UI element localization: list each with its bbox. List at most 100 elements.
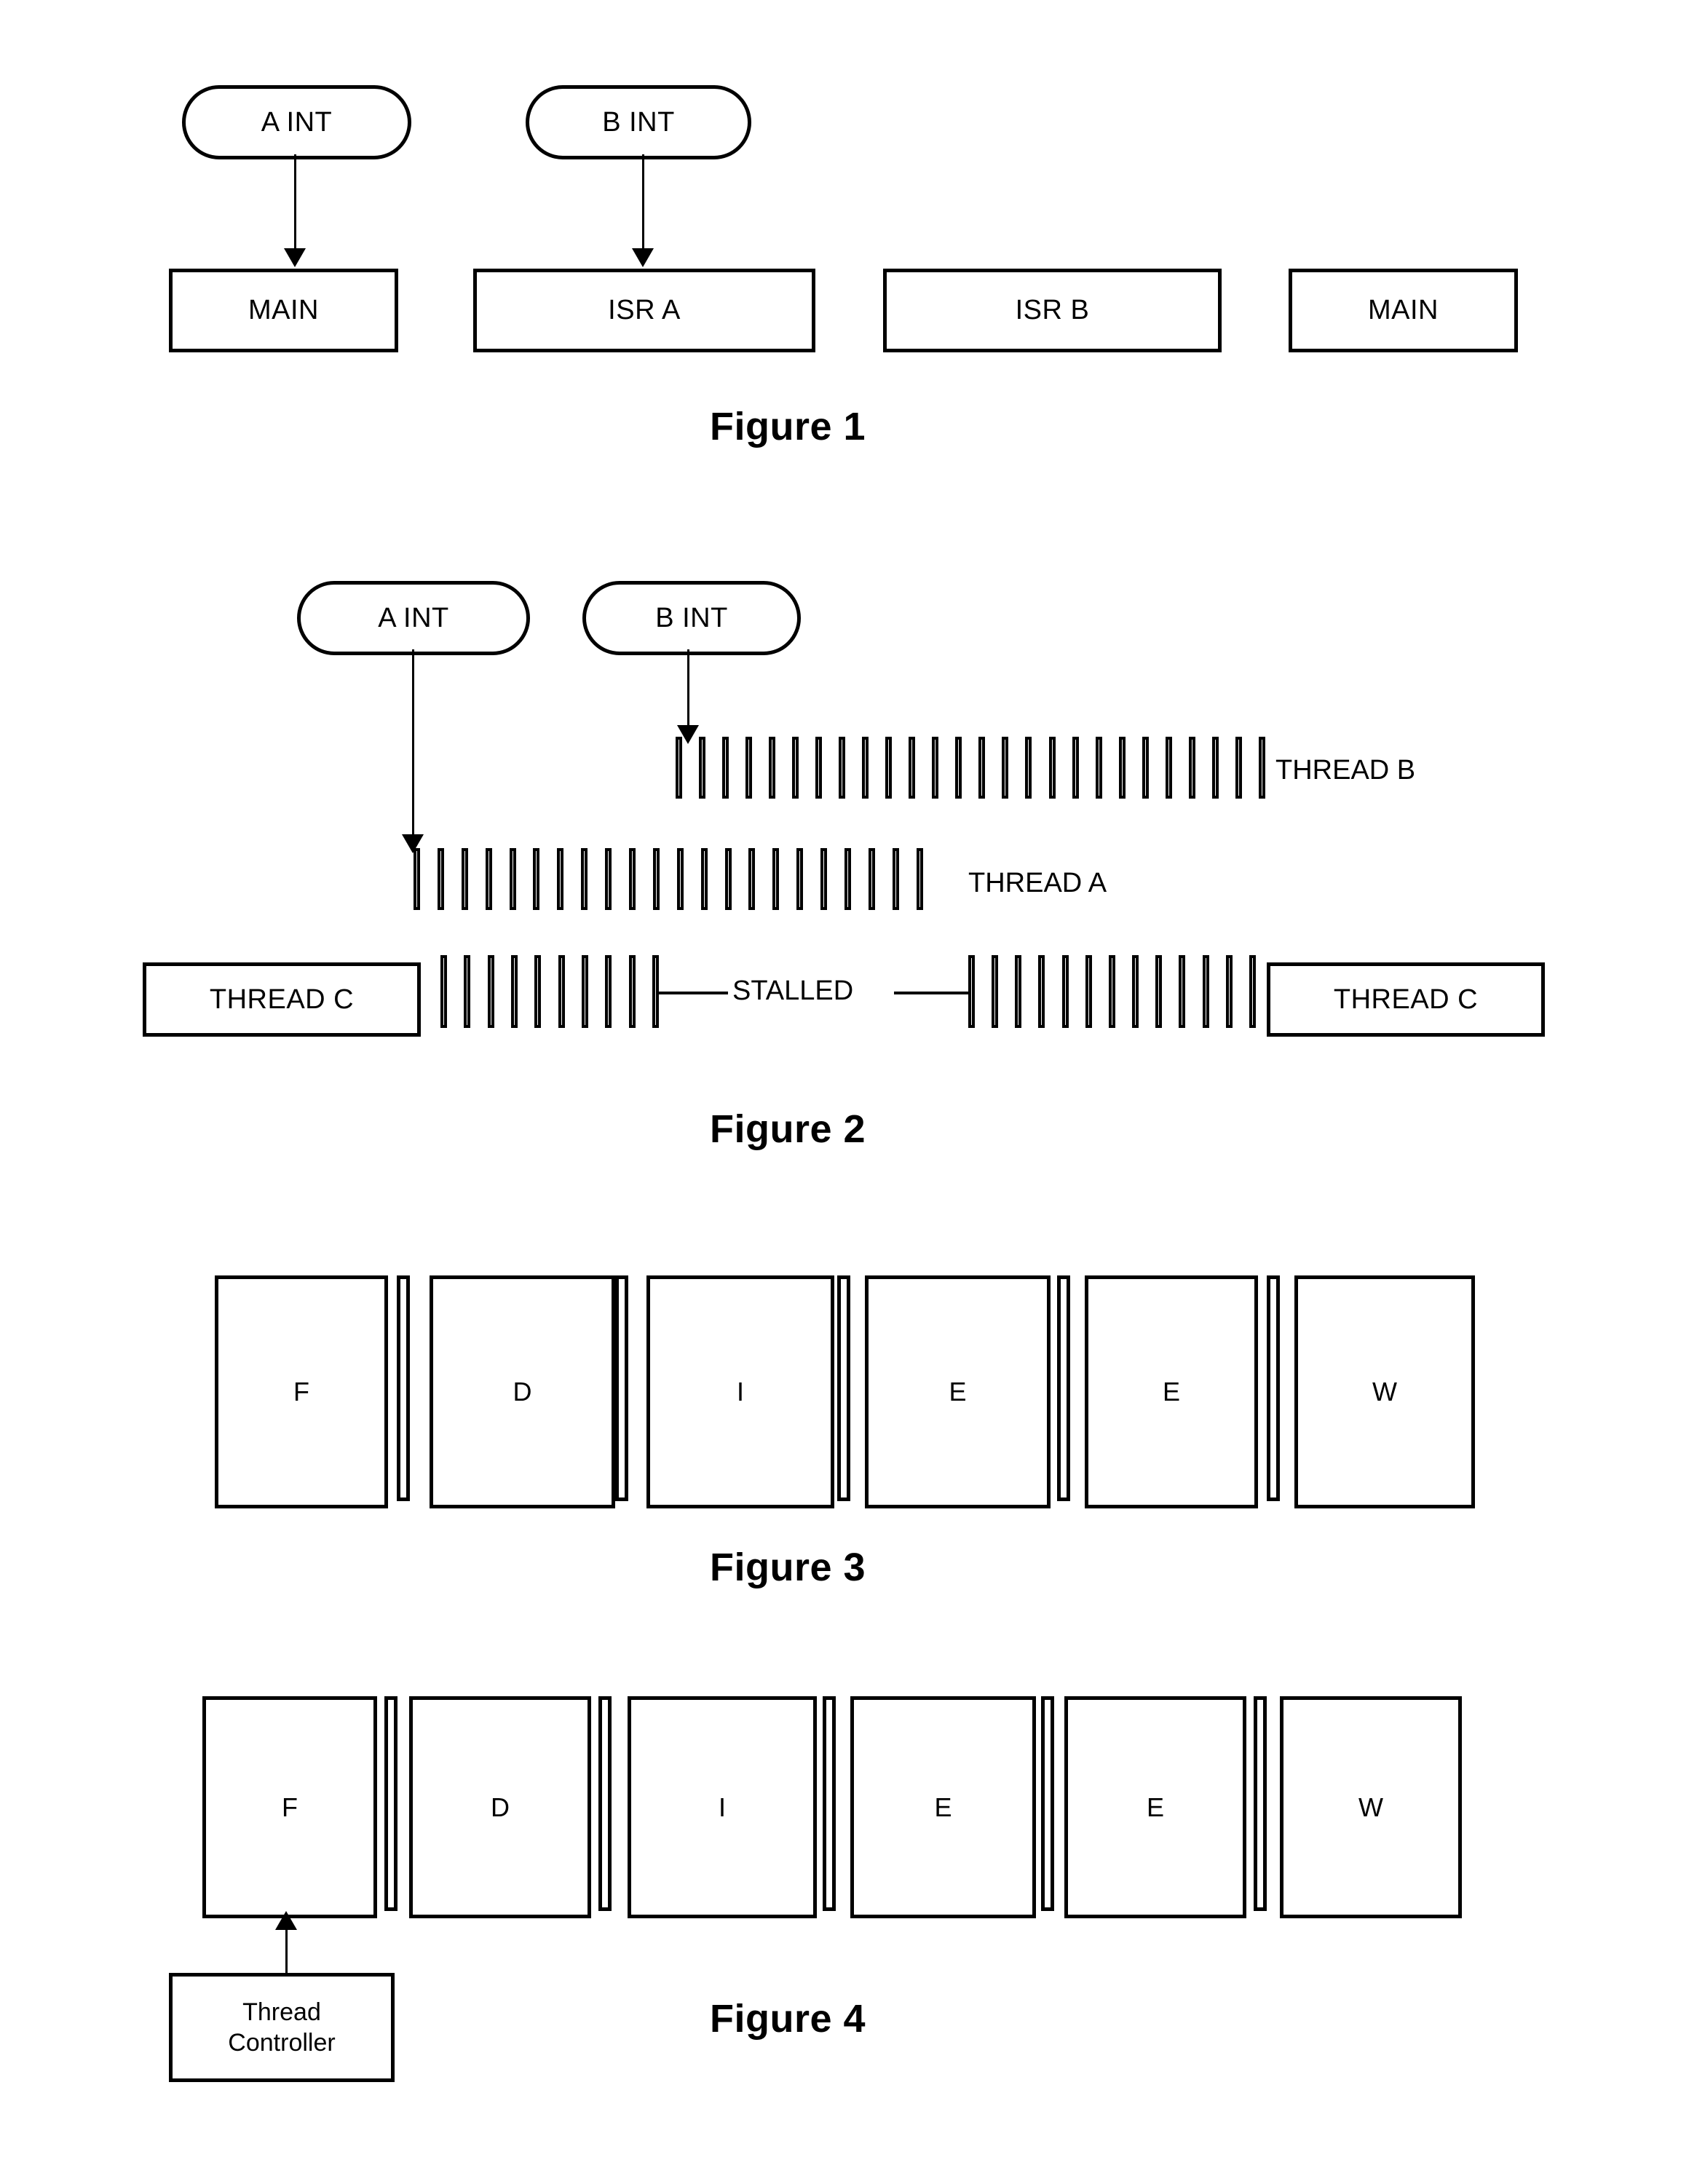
figure4-stage-f: F — [202, 1696, 377, 1918]
figure3-stage-w-label: W — [1372, 1377, 1397, 1406]
figure1-interrupt-b-int-label: B INT — [602, 106, 675, 138]
figure4-stage-e1: E — [850, 1696, 1036, 1918]
thread-tick — [769, 737, 776, 799]
figure3-divider-4 — [1057, 1275, 1070, 1501]
thread-tick — [1225, 955, 1233, 1028]
figure1-block-main-1: MAIN — [169, 269, 398, 352]
figure3-stage-e1: E — [865, 1275, 1051, 1508]
figure3-stage-w: W — [1294, 1275, 1475, 1508]
figure3-stage-e1-label: E — [949, 1377, 967, 1406]
figure4-stage-d-label: D — [491, 1792, 510, 1822]
thread-tick — [745, 737, 753, 799]
thread-tick — [862, 737, 869, 799]
thread-tick — [414, 848, 420, 910]
thread-tick — [558, 955, 565, 1028]
figure4-thread-controller-line1: Thread — [242, 1998, 321, 2026]
thread-tick — [510, 955, 518, 1028]
figure3-stage-e2: E — [1085, 1275, 1258, 1508]
figure2-interrupt-b-int: B INT — [582, 581, 801, 655]
figure2-thread-c-ticks-left — [440, 955, 659, 1028]
thread-tick — [1202, 955, 1209, 1028]
figure4-divider-5 — [1254, 1696, 1267, 1911]
thread-tick — [1132, 955, 1139, 1028]
figure4-stage-e2-label: E — [1146, 1792, 1164, 1822]
thread-tick — [485, 848, 492, 910]
arrow-head — [632, 248, 654, 267]
arrow-shaft — [285, 1927, 288, 1973]
figure3-divider-2 — [615, 1275, 628, 1501]
arrow-head — [275, 1911, 297, 1930]
thread-tick — [534, 955, 542, 1028]
thread-tick — [1048, 737, 1056, 799]
figure1-block-isr-b: ISR B — [883, 269, 1222, 352]
figure3-divider-5 — [1267, 1275, 1280, 1501]
thread-tick — [1142, 737, 1149, 799]
thread-tick — [1095, 737, 1102, 799]
thread-tick — [1025, 737, 1032, 799]
thread-tick — [1155, 955, 1163, 1028]
figure4-divider-3 — [823, 1696, 836, 1911]
patent-figure-sheet: A INT B INT MAIN ISR A ISR B MAIN Figure… — [0, 0, 1697, 2184]
figure4-divider-1 — [384, 1696, 397, 1911]
figure1-block-main-2-label: MAIN — [1368, 295, 1439, 325]
thread-tick — [1211, 737, 1219, 799]
figure3-stage-f-label: F — [293, 1377, 309, 1406]
figure2-thread-c-right-block: THREAD C — [1267, 962, 1545, 1037]
thread-tick — [1179, 955, 1186, 1028]
thread-tick — [1188, 737, 1195, 799]
thread-tick — [722, 737, 729, 799]
figure4-stage-e1-label: E — [934, 1792, 952, 1822]
arrow-shaft — [293, 154, 296, 248]
figure-2-caption: Figure 2 — [710, 1107, 866, 1151]
thread-tick — [652, 848, 660, 910]
thread-tick — [605, 955, 612, 1028]
thread-tick — [1002, 737, 1009, 799]
thread-tick — [461, 848, 468, 910]
figure4-stage-f-label: F — [282, 1792, 298, 1822]
thread-tick — [978, 737, 986, 799]
figure1-block-isr-a-label: ISR A — [608, 295, 681, 325]
figure4-thread-controller-box: Thread Controller — [169, 1973, 395, 2082]
figure4-divider-2 — [598, 1696, 612, 1911]
thread-tick — [437, 848, 444, 910]
figure-3-caption: Figure 3 — [710, 1546, 866, 1589]
figure4-divider-4 — [1041, 1696, 1054, 1911]
thread-tick — [1015, 955, 1022, 1028]
arrow-shaft — [687, 649, 689, 725]
thread-tick — [772, 848, 780, 910]
thread-tick — [1108, 955, 1115, 1028]
figure1-interrupt-a-int: A INT — [182, 85, 411, 159]
thread-tick — [1118, 737, 1126, 799]
figure3-stage-f: F — [215, 1275, 388, 1508]
figure-4-caption: Figure 4 — [710, 1997, 866, 2041]
figure2-arrow-a-to-thread-a — [402, 649, 424, 853]
thread-tick — [700, 848, 708, 910]
figure2-thread-a-ticks — [414, 848, 923, 910]
thread-tick — [605, 848, 612, 910]
figure-1-caption: Figure 1 — [710, 405, 866, 448]
figure2-thread-a-label: THREAD A — [968, 868, 1107, 898]
thread-tick — [892, 848, 899, 910]
figure2-interrupt-a-int: A INT — [297, 581, 530, 655]
figure2-stalled-line-right — [894, 992, 970, 994]
thread-tick — [440, 955, 447, 1028]
figure1-block-isr-a: ISR A — [473, 269, 815, 352]
thread-tick — [844, 848, 852, 910]
figure4-stage-w: W — [1280, 1696, 1462, 1918]
figure2-thread-c-left-block: THREAD C — [143, 962, 421, 1037]
thread-tick — [748, 848, 756, 910]
thread-tick — [676, 848, 684, 910]
figure1-block-main-1-label: MAIN — [248, 295, 319, 325]
arrow-shaft — [411, 649, 414, 834]
figure3-divider-1 — [397, 1275, 410, 1501]
thread-tick — [1085, 955, 1092, 1028]
thread-tick — [1038, 955, 1045, 1028]
figure2-thread-c-left-label: THREAD C — [209, 984, 355, 1015]
thread-tick — [1258, 737, 1265, 799]
thread-tick — [815, 737, 823, 799]
thread-tick — [1165, 737, 1172, 799]
figure4-stage-e2: E — [1064, 1696, 1246, 1918]
thread-tick — [932, 737, 939, 799]
thread-tick — [557, 848, 564, 910]
figure2-thread-c-ticks-right — [968, 955, 1256, 1028]
